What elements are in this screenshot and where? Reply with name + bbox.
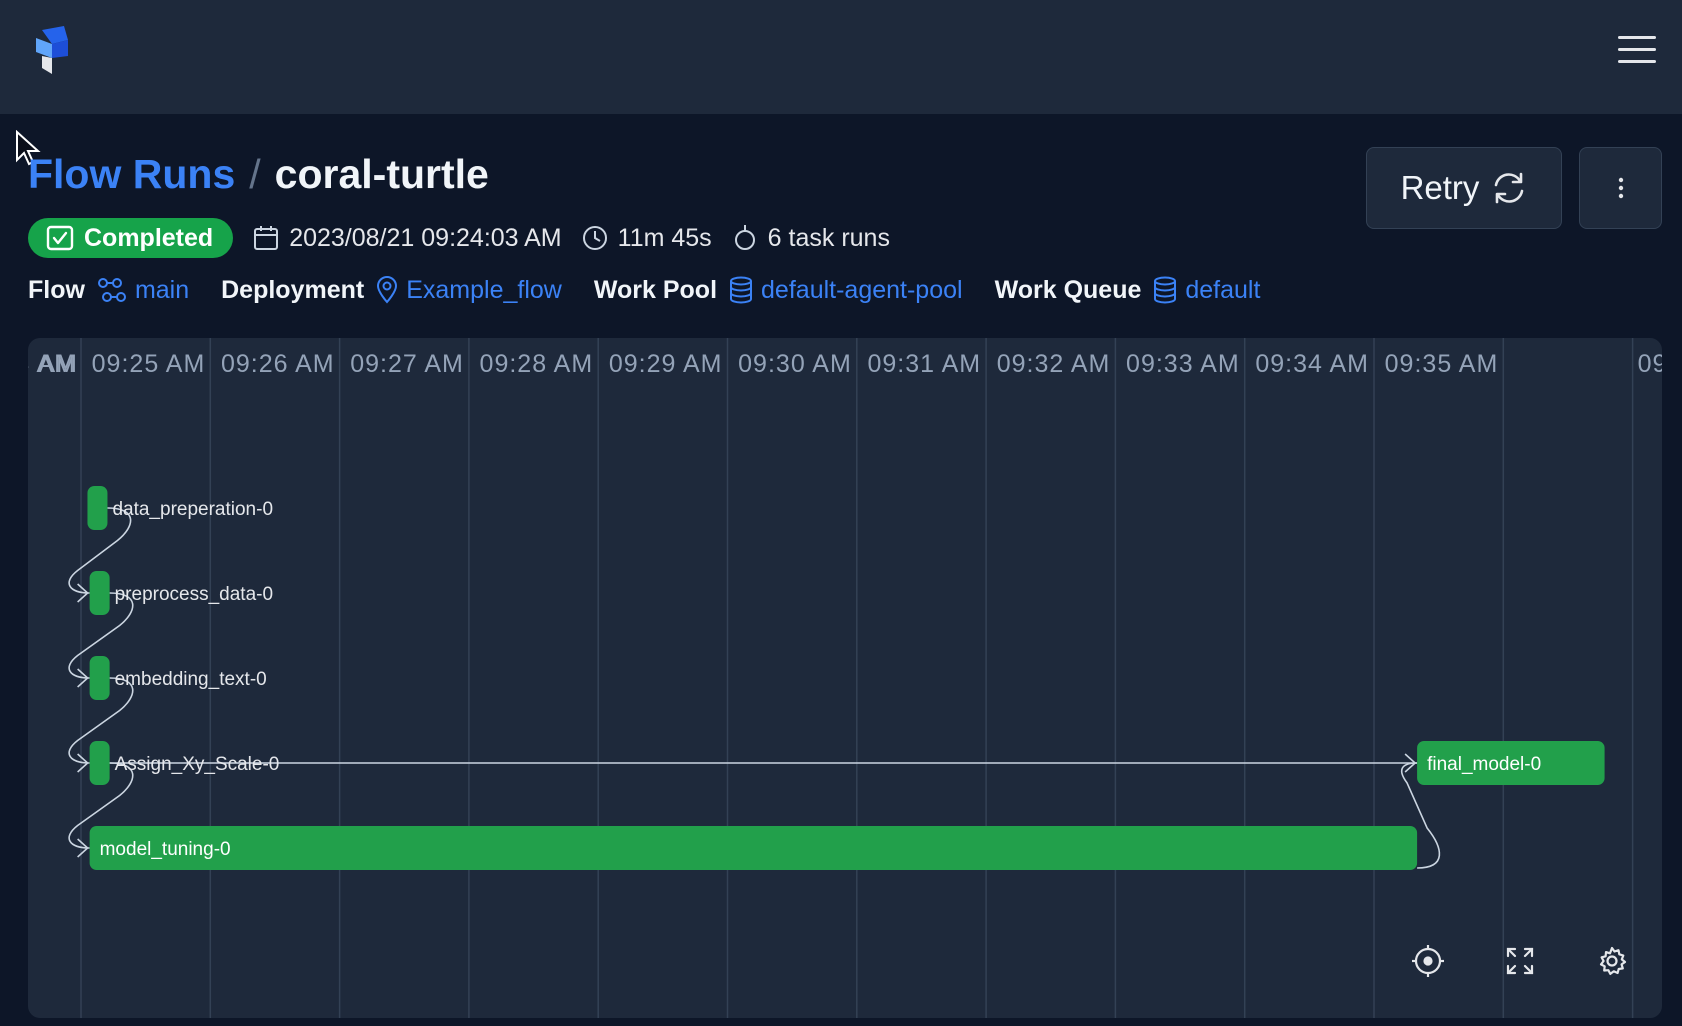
fullscreen-button[interactable] (1501, 942, 1539, 980)
more-options-button[interactable] (1579, 147, 1662, 229)
start-time: 2023/08/21 09:24:03 AM (253, 223, 562, 253)
task-node-label[interactable]: embedding_text-0 (115, 669, 267, 690)
timeline-tick-label: 09:28 AM (480, 350, 594, 378)
timeline-tick-label: 09:35 AM (1385, 350, 1499, 378)
vertical-ellipsis-icon (1618, 177, 1623, 199)
flow-property: Flow main (28, 276, 189, 305)
timeline-axis-ticks: AM09:24 AM09:25 AM09:26 AM09:27 AM09:28 … (28, 350, 1662, 378)
recenter-button[interactable] (1409, 942, 1447, 980)
gear-icon (1599, 946, 1627, 975)
retry-button[interactable]: Retry (1366, 147, 1562, 229)
deployment-link[interactable]: Example_flow (406, 276, 562, 305)
task-node-label[interactable]: final_model-0 (1427, 754, 1541, 775)
task-node-label[interactable]: model_tuning-0 (100, 839, 231, 860)
task-run-icon (734, 225, 755, 250)
task-node-label[interactable]: data_preperation-0 (112, 499, 273, 520)
start-time-value: 2023/08/21 09:24:03 AM (289, 223, 562, 252)
flow-label: Flow (28, 275, 85, 304)
timeline-gridlines (80, 338, 1634, 1018)
refresh-icon (1495, 172, 1524, 204)
task-node-bar[interactable] (89, 741, 110, 785)
work-pool-property: Work Pool default-agent-pool (594, 276, 963, 305)
timeline-canvas[interactable]: AM09:24 AM09:25 AM09:26 AM09:27 AM09:28 … (28, 338, 1662, 1018)
clock-icon (582, 226, 607, 250)
timeline-tick-label: 09:33 AM (1126, 350, 1240, 378)
calendar-icon (254, 226, 279, 250)
page-title: coral-turtle (274, 150, 489, 197)
timeline-tick-label: 09:25 AM (92, 350, 206, 378)
timeline-tick-label: 09:24 AM (28, 350, 76, 378)
timeline-tick-label: 09 (1638, 350, 1662, 378)
flow-run-timeline[interactable]: AM09:24 AM09:25 AM09:26 AM09:27 AM09:28 … (28, 338, 1662, 1018)
work-queue-property: Work Queue default (995, 276, 1261, 305)
work-queue-label: Work Queue (994, 275, 1142, 304)
status-badge: Completed (28, 218, 234, 258)
task-node-label[interactable]: preprocess_data-0 (115, 584, 273, 605)
task-node-bar[interactable] (87, 486, 108, 530)
database-icon (1154, 276, 1177, 304)
flow-icon (97, 278, 126, 302)
timeline-tick-label: 09:27 AM (350, 350, 464, 378)
timeline-tick-label: 09:30 AM (738, 350, 852, 378)
map-pin-icon (377, 276, 398, 304)
task-node-bar[interactable] (89, 571, 110, 615)
duration: 11m 45s (582, 224, 712, 253)
deployment-property: Deployment Example_flow (221, 276, 562, 305)
work-pool-link[interactable]: default-agent-pool (761, 276, 963, 305)
retry-label: Retry (1400, 169, 1480, 206)
flow-run-meta: Completed 2023/08/21 09:24:03 AM 11m 45s… (28, 218, 890, 258)
task-runs-value: 6 task runs (767, 223, 890, 252)
flow-run-properties: Flow main Deployment Example_flow Work P… (28, 272, 1292, 308)
crosshair-icon (1412, 945, 1444, 977)
task-runs-count: 6 task runs (732, 224, 890, 253)
timeline-tick-label: 09:26 AM (221, 350, 335, 378)
task-node-bar[interactable] (89, 656, 110, 700)
work-pool-label: Work Pool (593, 275, 718, 304)
flow-link[interactable]: main (135, 276, 189, 305)
hamburger-menu-icon[interactable] (1618, 36, 1656, 66)
timeline-dependency-edges (68, 507, 1441, 869)
timeline-task-nodes: data_preperation-0 preprocess_data-0embed… (87, 486, 1605, 870)
task-node-label[interactable]: Assign_Xy_Scale-0 (115, 754, 280, 775)
prefect-logo-icon[interactable] (34, 26, 70, 74)
breadcrumb-separator: / (249, 150, 261, 197)
status-label: Completed (84, 223, 214, 252)
timeline-tick-label: 09:29 AM (609, 350, 723, 378)
breadcrumb: Flow Runs / coral-turtle (28, 148, 489, 200)
task-node-bar[interactable] (89, 826, 1418, 870)
breadcrumb-flow-runs-link[interactable]: Flow Runs (28, 151, 235, 198)
work-queue-link[interactable]: default (1185, 276, 1260, 305)
expand-icon (1506, 947, 1534, 975)
top-navbar (0, 0, 1682, 114)
database-icon (730, 276, 753, 304)
checkbox-check-icon (46, 225, 74, 251)
timeline-tick-label: 09:32 AM (997, 350, 1111, 378)
graph-settings-button[interactable] (1593, 942, 1631, 980)
duration-value: 11m 45s (617, 223, 712, 252)
timeline-tick-label: 09:34 AM (1255, 350, 1369, 378)
timeline-tick-label: 09:31 AM (867, 350, 981, 378)
deployment-label: Deployment (221, 275, 365, 304)
